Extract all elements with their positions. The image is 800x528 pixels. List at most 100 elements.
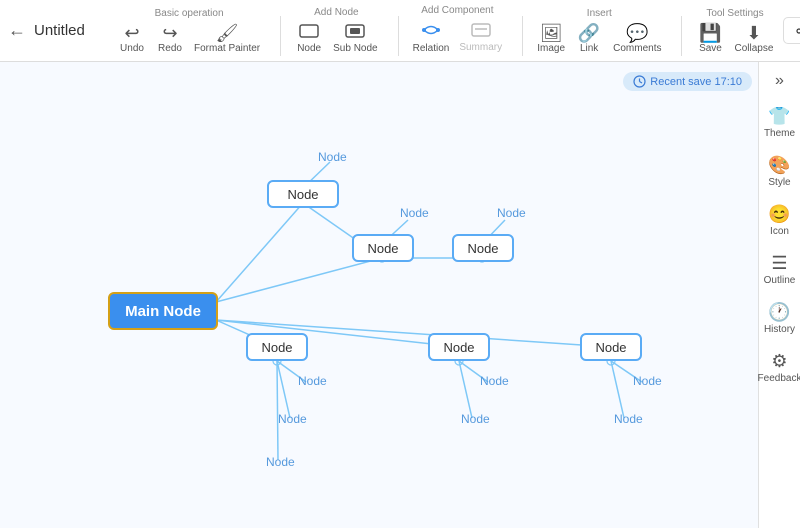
history-button[interactable]: 🕐 History [761, 298, 799, 339]
node-n3[interactable]: Node [452, 234, 514, 262]
group-basic-operation-label: Basic operation [155, 8, 224, 19]
back-button[interactable]: ← [8, 20, 26, 41]
group-tool-settings: Tool Settings 💾 Save ⬇ Collapse [692, 8, 777, 56]
group-basic-operation-items: ↩ Undo ↪ Redo 🖌 Format Painter [114, 22, 264, 56]
group-add-component-items: Relation Summary [409, 19, 507, 56]
theme-icon: 👕 [768, 106, 790, 127]
theme-button[interactable]: 👕 Theme [761, 102, 799, 143]
float-label-6: Node [278, 412, 307, 426]
share-button[interactable]: Share [783, 17, 800, 44]
group-insert: Insert 🖼 Image 🔗 Link 💬 Comments [533, 8, 665, 56]
float-label-4: Node [480, 374, 509, 388]
format-painter-icon: 🖌 [216, 24, 239, 42]
icon-button[interactable]: 😊 Icon [761, 200, 799, 241]
float-label-9: Node [266, 455, 295, 469]
sub-node-icon [345, 23, 365, 42]
feedback-button[interactable]: ⚙ Feedback [761, 347, 799, 388]
summary-icon [471, 22, 491, 41]
group-tool-settings-items: 💾 Save ⬇ Collapse [692, 22, 777, 56]
node-n5-label: Node [443, 340, 474, 355]
image-button[interactable]: 🖼 Image [533, 22, 569, 56]
group-add-node: Add Node Node Sub Node [291, 7, 381, 56]
sep4 [681, 16, 682, 56]
redo-icon: ↪ [162, 24, 177, 42]
node-n4[interactable]: Node [246, 333, 308, 361]
node-n6[interactable]: Node [580, 333, 642, 361]
main-node[interactable]: Main Node [108, 292, 218, 330]
undo-icon: ↩ [124, 24, 139, 42]
save-icon: 💾 [699, 24, 721, 42]
relation-icon [421, 21, 441, 42]
node-n1[interactable]: Node [267, 180, 339, 208]
format-painter-button[interactable]: 🖌 Format Painter [190, 22, 264, 56]
style-label: Style [768, 177, 790, 188]
link-label: Link [580, 43, 598, 54]
node-n2[interactable]: Node [352, 234, 414, 262]
group-tool-settings-label: Tool Settings [706, 8, 763, 19]
sub-node-label: Sub Node [333, 43, 377, 54]
float-label-5: Node [633, 374, 662, 388]
icon-label: Icon [770, 226, 789, 237]
group-add-node-label: Add Node [314, 7, 358, 18]
node-label: Node [297, 43, 321, 54]
canvas-area[interactable]: Recent save 17:10 [0, 62, 800, 528]
save-button[interactable]: 💾 Save [692, 22, 728, 56]
collapse-button[interactable]: ⬇ Collapse [730, 22, 777, 56]
feedback-label: Feedback [758, 373, 800, 384]
style-icon: 🎨 [768, 155, 790, 176]
node-button[interactable]: Node [291, 21, 327, 56]
sep1 [280, 16, 281, 56]
node-n4-label: Node [261, 340, 292, 355]
float-label-0: Node [318, 150, 347, 164]
feedback-icon: ⚙ [771, 351, 787, 372]
toolbar-right: Share Export [783, 17, 800, 44]
right-panel: » 👕 Theme 🎨 Style 😊 Icon ☰ Outline 🕐 His… [758, 62, 800, 528]
toolbar: ← Untitled Basic operation ↩ Undo ↪ Redo… [0, 0, 800, 62]
comments-icon: 💬 [626, 24, 648, 42]
clock-icon [633, 75, 646, 88]
node-n5[interactable]: Node [428, 333, 490, 361]
float-label-8: Node [614, 412, 643, 426]
redo-button[interactable]: ↪ Redo [152, 22, 188, 56]
group-insert-label: Insert [587, 8, 612, 19]
style-button[interactable]: 🎨 Style [761, 151, 799, 192]
icon-icon: 😊 [768, 204, 790, 225]
comments-button[interactable]: 💬 Comments [609, 22, 665, 56]
panel-collapse-button[interactable]: » [771, 68, 788, 94]
toolbar-groups: Basic operation ↩ Undo ↪ Redo 🖌 Format P… [114, 5, 783, 56]
node-n6-label: Node [595, 340, 626, 355]
save-label: Save [699, 43, 722, 54]
link-icon: 🔗 [578, 24, 600, 42]
group-add-component: Add Component Relation Summary [409, 5, 507, 56]
link-button[interactable]: 🔗 Link [571, 22, 607, 56]
image-label: Image [537, 43, 565, 54]
theme-label: Theme [764, 128, 795, 139]
sep2 [398, 16, 399, 56]
collapse-label: Collapse [734, 43, 773, 54]
sep3 [522, 16, 523, 56]
history-icon: 🕐 [768, 302, 790, 323]
undo-label: Undo [120, 43, 144, 54]
float-label-1: Node [400, 206, 429, 220]
doc-title[interactable]: Untitled [34, 22, 94, 39]
recent-save-badge: Recent save 17:10 [623, 72, 752, 91]
node-n2-label: Node [367, 241, 398, 256]
main-node-label: Main Node [125, 303, 201, 320]
group-insert-items: 🖼 Image 🔗 Link 💬 Comments [533, 22, 665, 56]
history-label: History [764, 324, 795, 335]
image-icon: 🖼 [540, 24, 563, 42]
relation-label: Relation [413, 43, 450, 54]
recent-save-text: Recent save 17:10 [650, 76, 742, 88]
group-add-node-items: Node Sub Node [291, 21, 381, 56]
node-n3-label: Node [467, 241, 498, 256]
summary-button[interactable]: Summary [455, 20, 506, 55]
node-icon [299, 23, 319, 42]
share-icon [796, 24, 800, 38]
sub-node-button[interactable]: Sub Node [329, 21, 381, 56]
group-add-component-label: Add Component [421, 5, 493, 16]
redo-label: Redo [158, 43, 182, 54]
group-basic-operation: Basic operation ↩ Undo ↪ Redo 🖌 Format P… [114, 8, 264, 56]
outline-button[interactable]: ☰ Outline [761, 249, 799, 290]
relation-button[interactable]: Relation [409, 19, 454, 56]
undo-button[interactable]: ↩ Undo [114, 22, 150, 56]
